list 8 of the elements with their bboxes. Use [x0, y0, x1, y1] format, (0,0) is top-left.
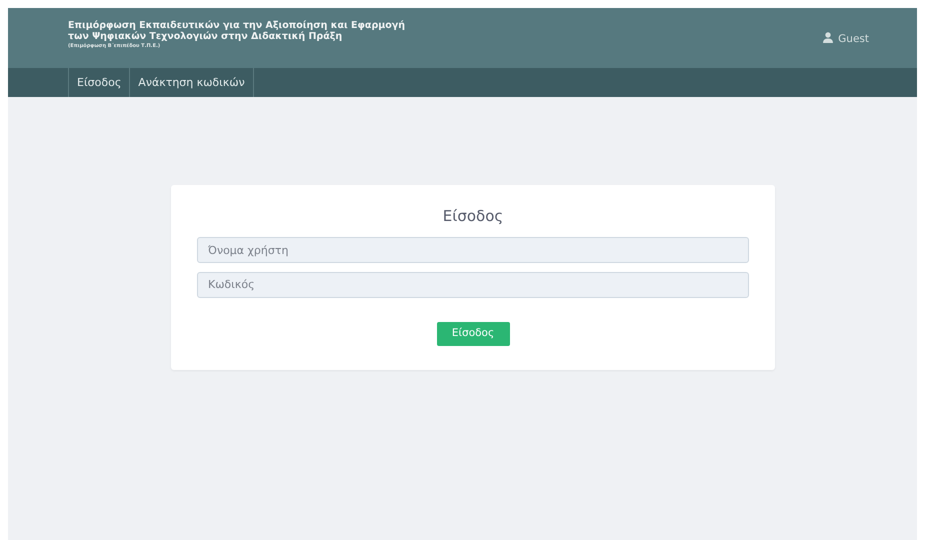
input-field[interactable]: Κωδικός — [197, 272, 749, 298]
login-title: Είσοδος — [442, 206, 504, 227]
nav-link[interactable]: Ανάκτηση κωδικών — [130, 68, 254, 97]
site-title: Επιμόρφωση Εκπαιδευτικών για την Αξιοποίηση και Εφαρμογή των Ψηφιακών Τεχνολογιών στην Διδακτική Πράξη — [68, 20, 406, 42]
user-icon — [823, 32, 834, 43]
input-field[interactable]: Όνομα χρήστη — [197, 237, 749, 263]
user-name[interactable]: Guest — [838, 32, 869, 48]
nav-link[interactable]: Είσοδος — [68, 68, 130, 97]
